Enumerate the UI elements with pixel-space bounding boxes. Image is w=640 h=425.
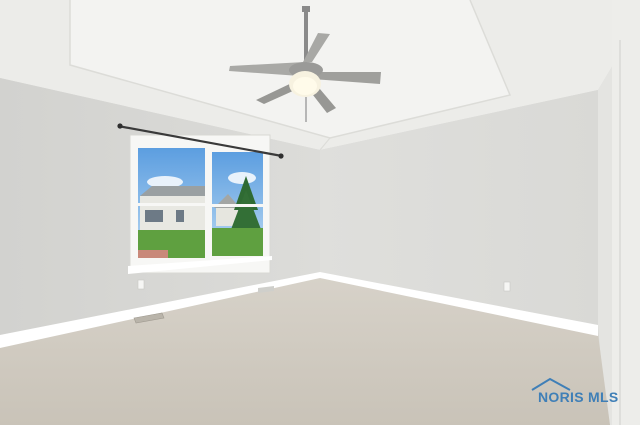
outlet-right	[503, 281, 511, 292]
room-photo: NORIS MLS	[0, 0, 640, 425]
watermark-text: NORIS MLS	[538, 389, 619, 405]
outlet-left	[137, 279, 145, 290]
mls-watermark: NORIS MLS	[530, 377, 630, 407]
room-illustration	[0, 0, 640, 425]
window	[128, 134, 272, 274]
door-frame	[612, 0, 640, 425]
